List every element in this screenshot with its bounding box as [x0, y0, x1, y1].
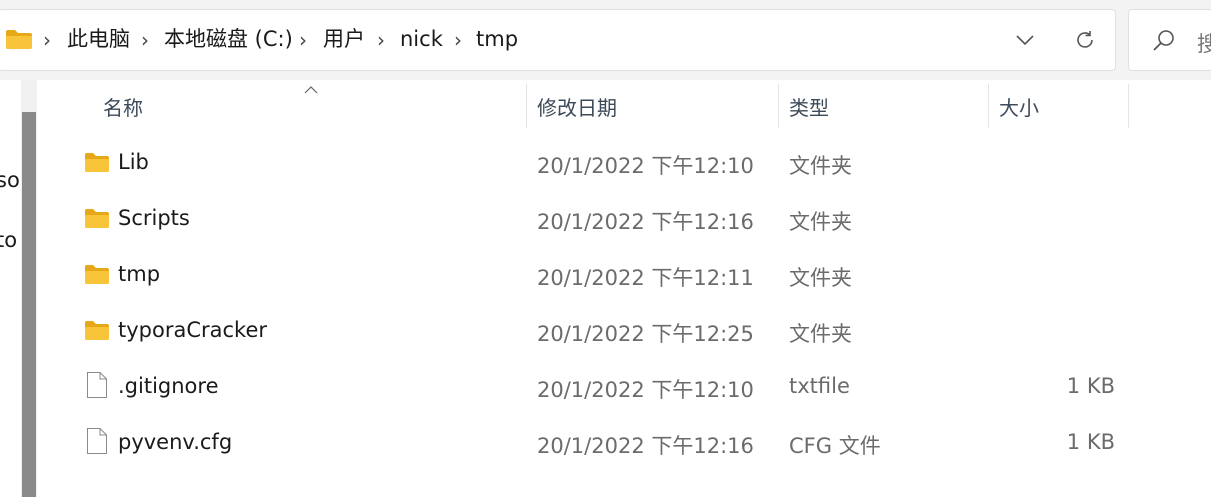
file-icon: [86, 371, 108, 403]
file-date: 20/1/2022 下午12:25: [537, 322, 754, 346]
folder-icon: [84, 263, 110, 289]
breadcrumb-separator: ›: [141, 28, 149, 52]
file-size: 1 KB: [1066, 374, 1115, 398]
breadcrumb-tmp[interactable]: tmp: [476, 27, 518, 51]
file-name: typoraCracker: [118, 318, 268, 342]
file-icon: [86, 427, 108, 459]
file-row[interactable]: typoraCracker 20/1/2022 下午12:25 文件夹: [48, 303, 1211, 359]
breadcrumb-separator: ›: [43, 28, 51, 52]
file-date: 20/1/2022 下午12:16: [537, 210, 754, 234]
toolbar-area: › 此电脑 › 本地磁盘 (C:) › 用户 › nick › tmp 搜: [0, 0, 1211, 80]
file-type: 文件夹: [789, 210, 852, 234]
folder-icon: [5, 28, 33, 50]
breadcrumb-local-disk[interactable]: 本地磁盘 (C:): [164, 27, 293, 51]
file-date: 20/1/2022 下午12:10: [537, 378, 754, 402]
folder-icon: [84, 207, 110, 233]
column-header-size[interactable]: 大小: [999, 92, 1039, 121]
nav-item-partial[interactable]: so: [0, 168, 20, 192]
file-name: .gitignore: [118, 374, 219, 398]
file-date: 20/1/2022 下午12:16: [537, 434, 754, 458]
breadcrumb-separator: ›: [299, 28, 307, 52]
file-date: 20/1/2022 下午12:11: [537, 266, 754, 290]
search-placeholder: 搜: [1197, 32, 1211, 56]
file-row[interactable]: Lib 20/1/2022 下午12:10 文件夹: [48, 135, 1211, 191]
file-date: 20/1/2022 下午12:10: [537, 154, 754, 178]
column-header-type[interactable]: 类型: [789, 92, 829, 121]
address-bar[interactable]: › 此电脑 › 本地磁盘 (C:) › 用户 › nick › tmp: [0, 9, 1116, 71]
file-type: CFG 文件: [789, 434, 881, 458]
file-row[interactable]: pyvenv.cfg 20/1/2022 下午12:16 CFG 文件 1 KB: [48, 415, 1211, 471]
breadcrumb-users[interactable]: 用户: [323, 27, 365, 51]
file-row[interactable]: .gitignore 20/1/2022 下午12:10 txtfile 1 K…: [48, 359, 1211, 415]
file-type: 文件夹: [789, 322, 852, 346]
column-header-name[interactable]: 名称: [103, 92, 143, 121]
file-type: 文件夹: [789, 154, 852, 178]
breadcrumb-separator: ›: [377, 28, 385, 52]
column-divider[interactable]: [526, 84, 527, 128]
file-name: Scripts: [118, 206, 190, 230]
chevron-down-icon[interactable]: [1011, 26, 1039, 54]
file-name: Lib: [118, 150, 149, 174]
scrollbar-thumb[interactable]: [22, 112, 36, 497]
folder-icon: [84, 319, 110, 345]
breadcrumb-separator: ›: [454, 28, 462, 52]
file-row[interactable]: Scripts 20/1/2022 下午12:16 文件夹: [48, 191, 1211, 247]
column-header-row: 名称 修改日期 类型 大小: [48, 80, 1211, 128]
file-name: tmp: [118, 262, 161, 286]
search-input[interactable]: 搜: [1128, 9, 1211, 71]
column-header-date[interactable]: 修改日期: [537, 92, 617, 121]
file-type: txtfile: [789, 374, 850, 398]
column-divider[interactable]: [778, 84, 779, 128]
breadcrumb-nick[interactable]: nick: [400, 27, 443, 51]
column-divider[interactable]: [1128, 84, 1129, 128]
refresh-icon[interactable]: [1071, 26, 1099, 54]
file-name: pyvenv.cfg: [118, 430, 233, 454]
file-type: 文件夹: [789, 266, 852, 290]
search-icon: [1151, 27, 1177, 57]
column-divider[interactable]: [988, 84, 989, 128]
folder-icon: [84, 151, 110, 177]
file-row[interactable]: tmp 20/1/2022 下午12:11 文件夹: [48, 247, 1211, 303]
nav-item-partial[interactable]: to: [0, 228, 17, 252]
file-size: 1 KB: [1066, 430, 1115, 454]
breadcrumb-this-pc[interactable]: 此电脑: [67, 27, 130, 51]
